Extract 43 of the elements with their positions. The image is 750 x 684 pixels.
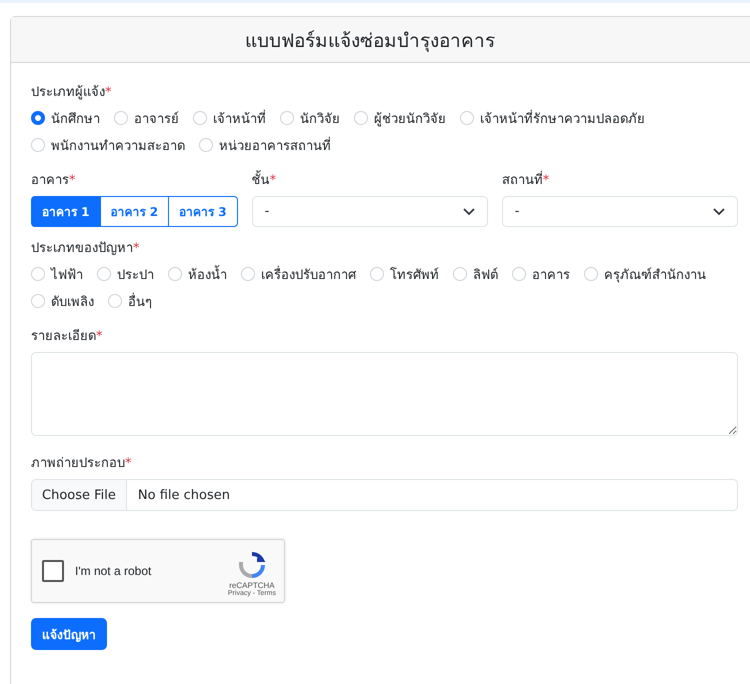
field-label: ภาพถ่ายประกอบ* [31,455,132,473]
radio-option[interactable]: ดับเพลิง [31,291,94,311]
radio-icon[interactable] [31,111,45,125]
radio-option[interactable]: ลิฟต์ [453,264,498,284]
place-select[interactable]: - [502,196,738,227]
radio-option[interactable]: เจ้าหน้าที่ [193,108,266,128]
radio-option[interactable]: อาคาร [512,264,570,284]
checkbox[interactable] [42,560,64,582]
field-label: อาคาร* [31,172,76,190]
recaptcha-brand: reCAPTCHA [229,581,275,590]
field-label: ชั้น* [252,169,488,190]
field-label: สถานที่* [502,169,738,190]
form-title: แบบฟอร์มแจ้งซ่อมบำรุงอาคาร [245,28,495,54]
chevron-down-icon [713,208,725,216]
field-label: ประเภทผู้แจ้ง* [31,84,112,102]
choose-file-button[interactable]: Choose File [32,480,127,510]
radio-option[interactable]: โทรศัพท์ [370,264,439,284]
radio-option[interactable]: ไฟฟ้า [31,264,83,284]
radio-option[interactable]: พนักงานทำความสะอาด [31,135,185,155]
captcha-label: I'm not a robot [75,564,152,578]
radio-option[interactable]: อื่นๆ [108,291,152,311]
radio-option[interactable]: นักศึกษา [31,108,100,128]
chevron-down-icon [462,208,475,216]
field-label: ประเภทของปัญหา* [31,240,140,258]
radio-option[interactable]: ห้องน้ำ [168,264,227,284]
file-input[interactable]: Choose File No file chosen [31,479,738,511]
building-toggle-button[interactable]: อาคาร 2 [100,196,170,227]
radio-option[interactable]: ครุภัณฑ์สำนักงาน [584,264,706,284]
field-label: รายละเอียด* [31,328,104,346]
radio-option[interactable]: เครื่องปรับอากาศ [241,264,356,284]
submit-button[interactable]: แจ้งปัญหา [31,618,107,650]
building-toggle-button[interactable]: อาคาร 1 [31,196,101,227]
building-toggle-button[interactable]: อาคาร 3 [168,196,238,227]
radio-option[interactable]: ประปา [97,264,154,284]
radio-option[interactable]: หน่วยอาคารสถานที่ [199,135,331,155]
details-textarea[interactable] [31,352,738,436]
radio-option[interactable]: ผู้ช่วยนักวิจัย [354,108,446,128]
floor-select[interactable]: - [252,196,488,227]
radio-option[interactable]: เจ้าหน้าที่รักษาความปลอดภัย [460,108,645,128]
radio-option[interactable]: อาจารย์ [114,108,179,128]
radio-option[interactable]: นักวิจัย [280,108,340,128]
recaptcha-logo-icon [238,551,266,579]
file-status: No file chosen [136,486,230,504]
